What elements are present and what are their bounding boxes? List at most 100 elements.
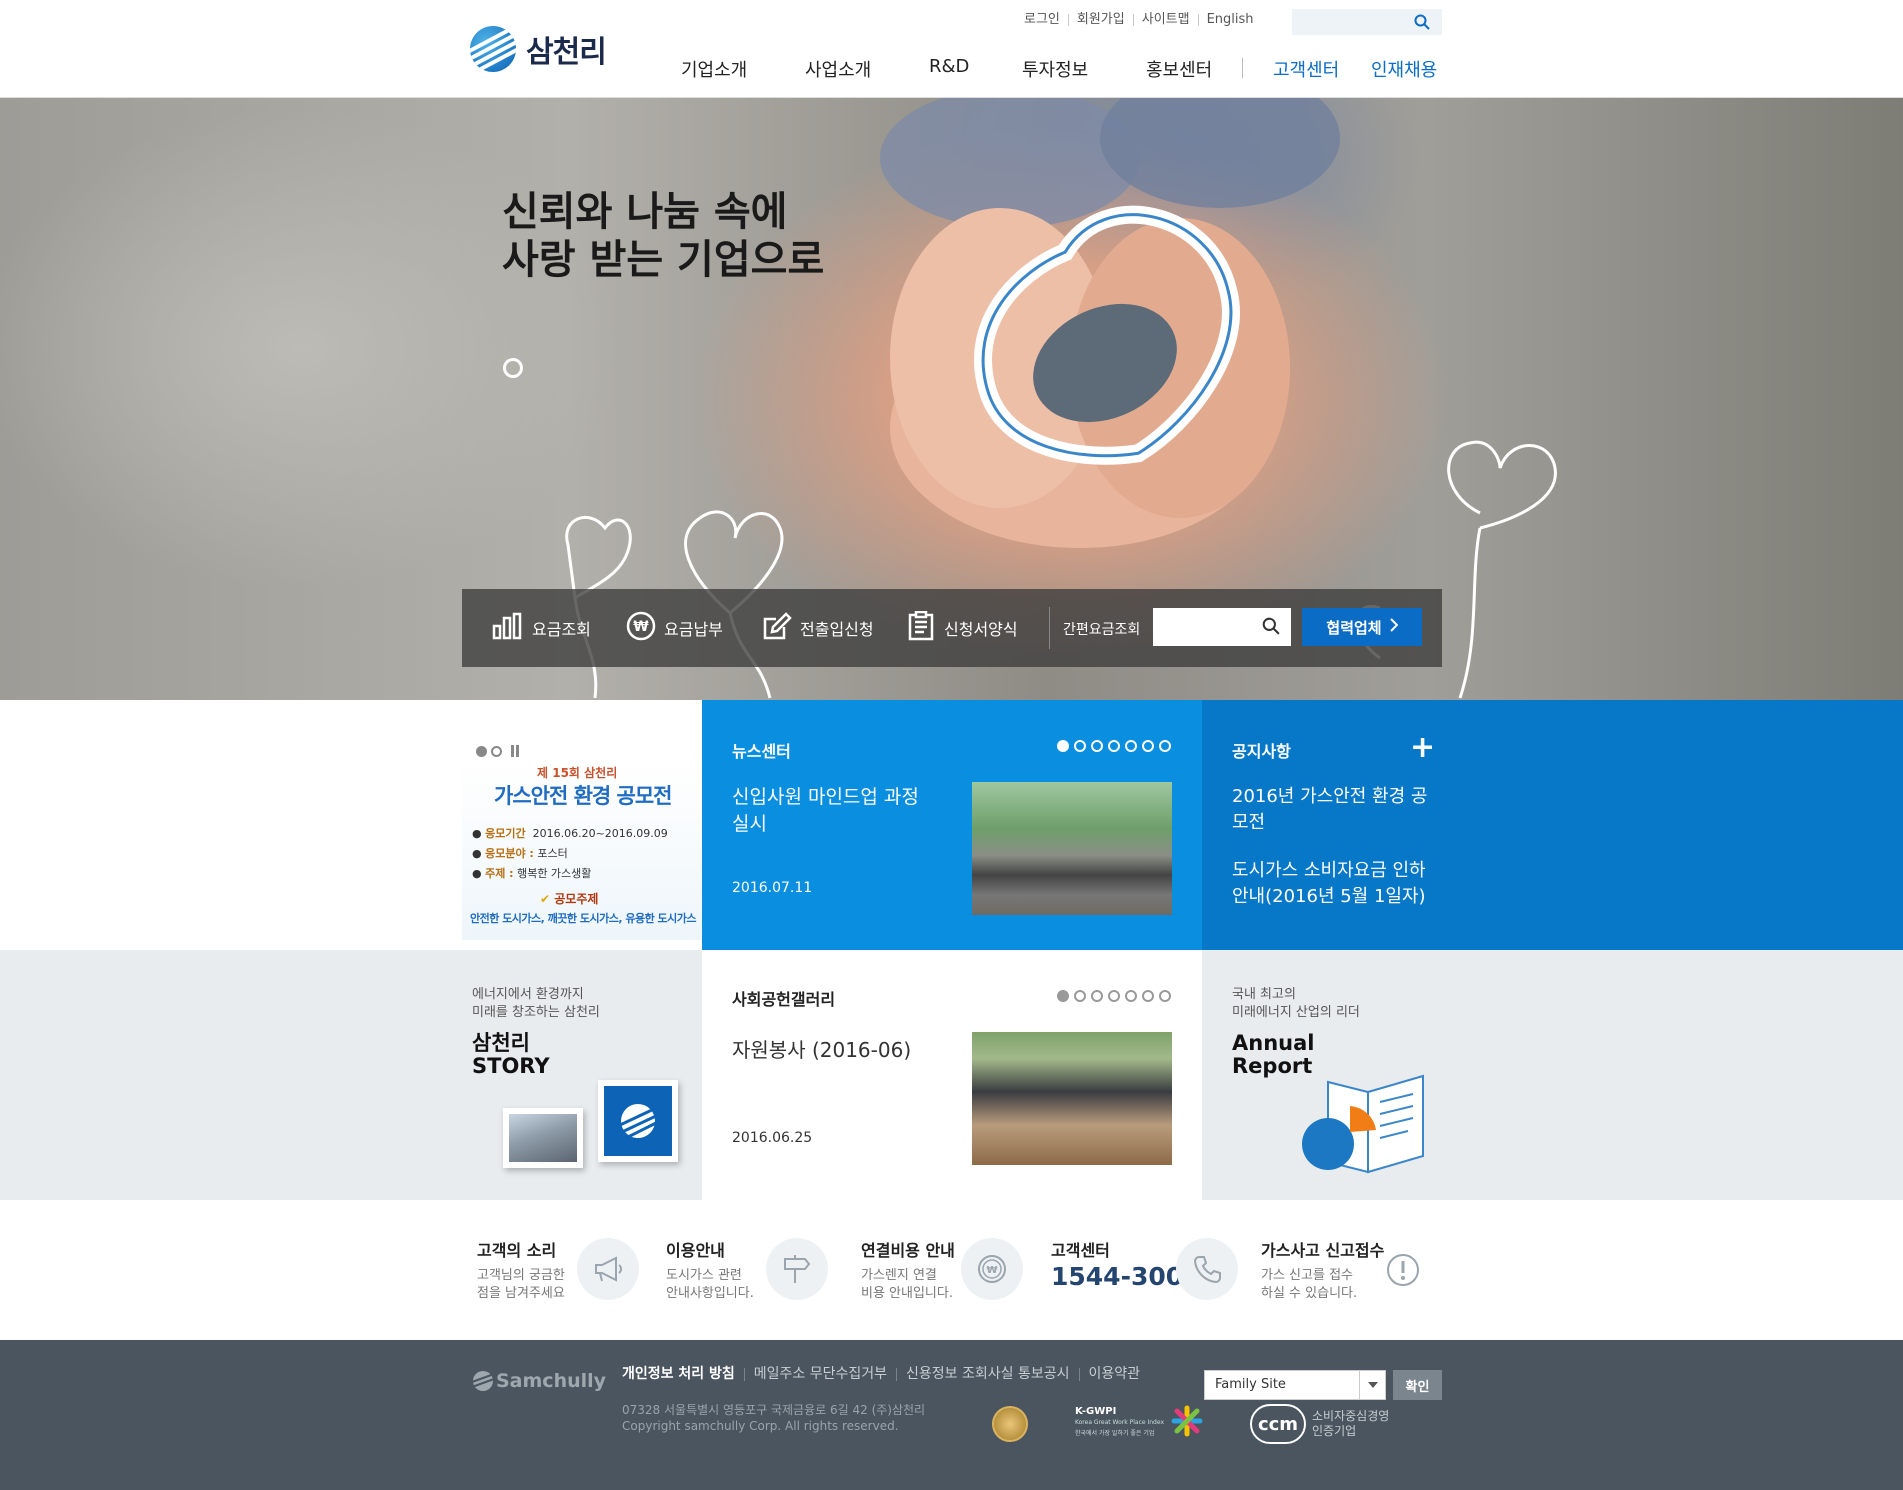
pagination-dot[interactable]	[1091, 990, 1103, 1002]
partner-button[interactable]: 협력업체	[1302, 608, 1422, 646]
notice-item[interactable]: 도시가스 소비자요금 인하 안내(2016년 5월 1일자)	[1232, 858, 1432, 910]
phone-icon[interactable]	[1176, 1238, 1238, 1300]
footer-logo-text: Samchully	[496, 1370, 607, 1392]
notice-title[interactable]: 공지사항	[1232, 738, 1291, 762]
quick-move-request-label: 전출입신청	[800, 620, 874, 639]
story-logo-image	[598, 1080, 678, 1162]
gallery-title[interactable]: 사회공헌갤러리	[732, 986, 835, 1010]
search-icon[interactable]	[1414, 14, 1430, 34]
pagination-dot[interactable]	[1108, 740, 1120, 752]
quick-fee-inquiry[interactable]: 요금조회	[492, 589, 591, 667]
join-link[interactable]: 회원가입	[1067, 13, 1133, 26]
samchully-logo-icon	[472, 1371, 494, 1391]
banner-dot-active[interactable]	[476, 746, 487, 757]
pagination-dot[interactable]	[1091, 740, 1103, 752]
news-photo[interactable]	[972, 782, 1172, 915]
top-search-input[interactable]	[1292, 9, 1442, 35]
quick-fee-payment[interactable]: ₩ 요금납부	[626, 589, 723, 667]
signpost-icon[interactable]	[766, 1238, 828, 1300]
email-refusal-link[interactable]: 메일주소 무단수집거부	[743, 1367, 896, 1381]
service-gas-accident[interactable]: 가스사고 신고접수 가스 신고를 접수 하실 수 있습니다.	[1261, 1237, 1384, 1303]
megaphone-icon[interactable]	[577, 1238, 639, 1300]
kgwpi-badge: K-GWPI Korea Great Work Place Index 한국에서…	[1075, 1406, 1164, 1437]
hero-slide-indicator[interactable]	[503, 358, 523, 378]
won-coin-icon: ₩	[626, 611, 664, 645]
story-title[interactable]: 삼천리 STORY	[472, 1032, 550, 1078]
banner-controls	[476, 742, 520, 761]
credit-info-link[interactable]: 신용정보 조회사실 통보공시	[896, 1367, 1078, 1381]
terms-link[interactable]: 이용약관	[1078, 1367, 1150, 1381]
service-guide-desc: 도시가스 관련 안내사항입니다.	[666, 1268, 754, 1301]
service-guide[interactable]: 이용안내 도시가스 관련 안내사항입니다.	[666, 1237, 754, 1303]
gallery-photo[interactable]	[972, 1032, 1172, 1165]
quick-forms[interactable]: 신청서양식	[906, 589, 1018, 667]
ccm-line1: 소비자중심경영	[1312, 1409, 1390, 1423]
banner-row-field: ● 응모분야 : 포스터	[472, 847, 568, 860]
nav-investor[interactable]: 투자정보	[1022, 56, 1088, 82]
notice-panel: 공지사항 + 2016년 가스안전 환경 공모전 도시가스 소비자요금 인하 안…	[1202, 700, 1442, 950]
quick-divider	[1049, 607, 1050, 649]
alert-icon[interactable]	[1386, 1253, 1420, 1291]
footer-address: 07328 서울특별시 영등포구 국제금융로 6길 42 (주)삼천리 Copy…	[622, 1402, 925, 1434]
nav-pr[interactable]: 홍보센터	[1146, 56, 1212, 82]
hero-banner: 신뢰와 나눔 속에 사랑 받는 기업으로 요금조회 ₩ 요금납부 전출입신청 신…	[0, 98, 1903, 700]
pagination-dot[interactable]	[1057, 990, 1069, 1002]
search-icon[interactable]	[1262, 617, 1280, 639]
english-link[interactable]: English	[1197, 13, 1262, 26]
quick-move-request[interactable]: 전출입신청	[762, 589, 874, 667]
news-center-title[interactable]: 뉴스센터	[732, 738, 791, 762]
nav-business[interactable]: 사업소개	[805, 56, 871, 82]
pagination-dot[interactable]	[1057, 740, 1069, 752]
sitemap-link[interactable]: 사이트맵	[1132, 13, 1198, 26]
pagination-dot[interactable]	[1074, 990, 1086, 1002]
pagination-dot[interactable]	[1142, 990, 1154, 1002]
plus-icon[interactable]: +	[1410, 730, 1435, 765]
footer-logo[interactable]: Samchully	[472, 1370, 606, 1392]
notice-item[interactable]: 2016년 가스안전 환경 공모전	[1232, 784, 1432, 836]
quick-fee-inquiry-label: 요금조회	[532, 620, 591, 639]
pagination-dot[interactable]	[1142, 740, 1154, 752]
service-connection-fee[interactable]: 연결비용 안내 가스렌지 연결 비용 안내입니다.	[861, 1237, 955, 1303]
family-site-ok-button[interactable]: 확인	[1393, 1370, 1442, 1400]
pagination-dot[interactable]	[1108, 990, 1120, 1002]
banner-theme-text: 안전한 도시가스, 깨끗한 도시가스, 유용한 도시가스	[470, 912, 697, 925]
event-banner[interactable]: 제 15회 삼천리 가스안전 환경 공모전 ● 응모기간 2016.06.20~…	[462, 700, 702, 950]
banner-dot[interactable]	[491, 746, 502, 757]
pagination-dot[interactable]	[1159, 990, 1171, 1002]
news-headline[interactable]: 신입사원 마인드업 과정 실시	[732, 784, 942, 838]
family-site-select[interactable]: Family Site	[1204, 1370, 1386, 1400]
hero-title-line2: 사랑 받는 기업으로	[502, 237, 825, 283]
banner-theme-label: ✔ 공모주제	[540, 892, 599, 906]
footer-copyright: Copyright samchully Corp. All rights res…	[622, 1419, 899, 1433]
privacy-policy-link[interactable]: 개인정보 처리 방침	[622, 1367, 744, 1381]
chevron-down-icon[interactable]	[1359, 1371, 1385, 1399]
logo[interactable]: 삼천리	[470, 26, 607, 72]
gallery-pagination	[1057, 990, 1171, 1002]
gallery-headline[interactable]: 자원봉사 (2016-06)	[732, 1034, 911, 1063]
service-voice[interactable]: 고객의 소리 고객님의 궁금한 점을 남겨주세요	[477, 1237, 565, 1303]
pagination-dot[interactable]	[1125, 990, 1137, 1002]
pagination-dot[interactable]	[1074, 740, 1086, 752]
service-connection-title: 연결비용 안내	[861, 1241, 955, 1260]
service-voice-desc: 고객님의 궁금한 점을 남겨주세요	[477, 1268, 565, 1301]
service-customer-center[interactable]: 고객센터	[1051, 1237, 1110, 1261]
pagination-dot[interactable]	[1125, 740, 1137, 752]
content-row-2: 에너지에서 환경까지 미래를 창조하는 삼천리 삼천리 STORY 사회공헌갤러…	[0, 950, 1903, 1200]
service-accident-title: 가스사고 신고접수	[1261, 1241, 1385, 1260]
won-coin-icon[interactable]: ₩	[961, 1238, 1023, 1300]
login-link[interactable]: 로그인	[1016, 13, 1068, 26]
story-sub-line2: 미래를 창조하는 삼천리	[472, 1005, 600, 1020]
document-icon	[906, 610, 944, 645]
chevron-right-icon	[1389, 618, 1399, 636]
banner-row-theme: ● 주제 : 행복한 가스생활	[472, 867, 592, 880]
pagination-dot[interactable]	[1159, 740, 1171, 752]
kgwpi-title: K-GWPI	[1075, 1406, 1117, 1417]
nav-customer-center[interactable]: 고객센터	[1273, 56, 1339, 82]
nav-company[interactable]: 기업소개	[681, 56, 747, 82]
utility-links: 로그인 회원가입 사이트맵 English	[1016, 13, 1262, 26]
nav-rnd[interactable]: R&D	[929, 56, 969, 77]
nav-recruit[interactable]: 인재채용	[1371, 56, 1437, 82]
banner-line1: 제 15회 삼천리	[537, 766, 618, 780]
pause-icon[interactable]	[510, 742, 520, 761]
news-pagination	[1057, 740, 1171, 752]
